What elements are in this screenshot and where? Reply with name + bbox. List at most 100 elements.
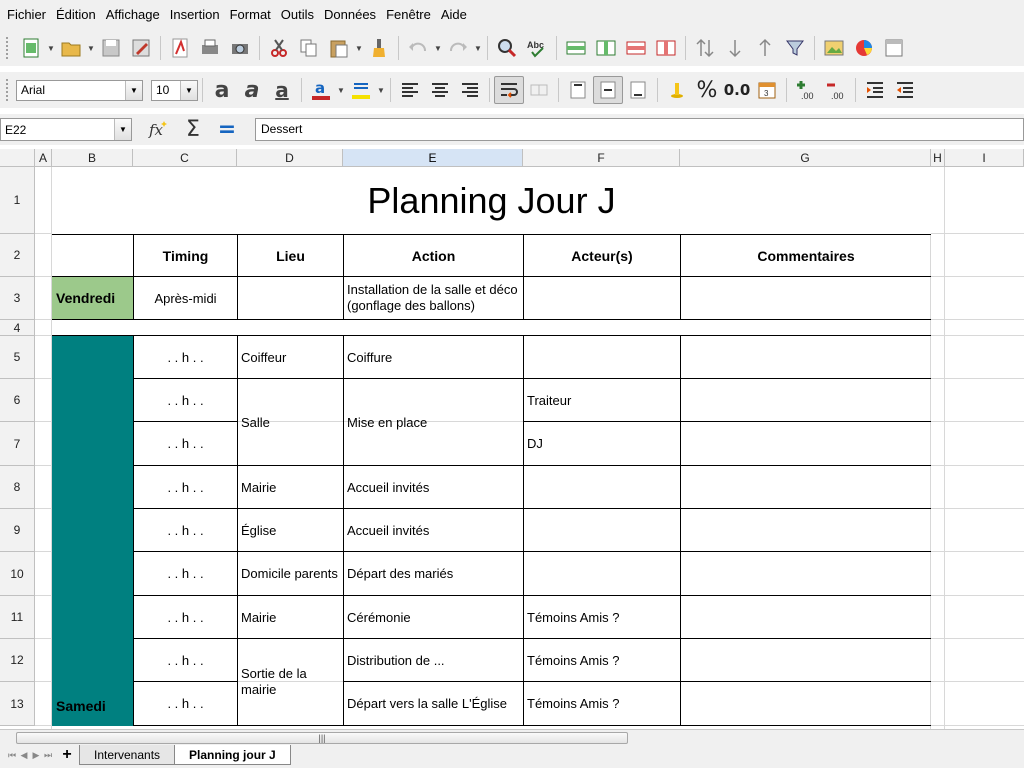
- cell-c6[interactable]: . . h . .: [133, 379, 237, 422]
- column-header-i[interactable]: I: [945, 149, 1024, 167]
- sort-icon[interactable]: [690, 34, 720, 62]
- chevron-down-icon[interactable]: ▼: [180, 80, 197, 100]
- menu-insertion[interactable]: Insertion: [165, 0, 225, 30]
- undo-dropdown-icon[interactable]: ▼: [433, 34, 443, 62]
- cell-d5[interactable]: Coiffeur: [237, 336, 343, 379]
- find-replace-icon[interactable]: [492, 34, 522, 62]
- menu-fichier[interactable]: Fichier: [2, 0, 51, 30]
- menu-aide[interactable]: Aide: [436, 0, 472, 30]
- chevron-down-icon[interactable]: ▼: [114, 119, 131, 140]
- column-header-b[interactable]: B: [52, 149, 133, 167]
- cell-d3[interactable]: [237, 277, 343, 320]
- align-top-icon[interactable]: [563, 76, 593, 104]
- spellcheck-icon[interactable]: Abc: [522, 34, 552, 62]
- new-doc-dropdown-icon[interactable]: ▼: [46, 34, 56, 62]
- row-header-5[interactable]: 5: [0, 336, 35, 379]
- cell-c12[interactable]: . . h . .: [133, 639, 237, 682]
- chevron-down-icon[interactable]: ▼: [125, 80, 142, 100]
- open-dropdown-icon[interactable]: ▼: [86, 34, 96, 62]
- cell-c5[interactable]: . . h . .: [133, 336, 237, 379]
- horizontal-scrollbar[interactable]: |||: [0, 729, 1024, 745]
- scrollbar-thumb[interactable]: |||: [16, 732, 628, 744]
- cell-e10[interactable]: Départ des mariés: [343, 552, 523, 596]
- cell-g10[interactable]: [680, 552, 931, 596]
- cell-f11[interactable]: Témoins Amis ?: [523, 596, 680, 639]
- cell-e9[interactable]: Accueil invités: [343, 509, 523, 552]
- underline-icon[interactable]: a: [267, 76, 297, 104]
- column-header-e[interactable]: E: [343, 149, 523, 167]
- highlight-icon[interactable]: [346, 76, 376, 104]
- menu-donnees[interactable]: Données: [319, 0, 381, 30]
- tab-intervenants[interactable]: Intervenants: [79, 745, 176, 765]
- col-insert-icon[interactable]: [591, 34, 621, 62]
- cell-f12[interactable]: Témoins Amis ?: [523, 639, 680, 682]
- wrap-text-icon[interactable]: [494, 76, 524, 104]
- cell-g13[interactable]: [680, 682, 931, 726]
- sort-asc-icon[interactable]: [750, 34, 780, 62]
- row-header-1[interactable]: 1: [0, 167, 35, 234]
- outdent-icon[interactable]: [890, 76, 920, 104]
- cell-c9[interactable]: . . h . .: [133, 509, 237, 552]
- row-header-10[interactable]: 10: [0, 552, 35, 596]
- column-header-d[interactable]: D: [237, 149, 343, 167]
- cell-b2[interactable]: [52, 234, 133, 277]
- cell-e11[interactable]: Cérémonie: [343, 596, 523, 639]
- bold-icon[interactable]: a: [207, 76, 237, 104]
- column-header-f[interactable]: F: [523, 149, 680, 167]
- col-delete-icon[interactable]: [651, 34, 681, 62]
- add-decimal-icon[interactable]: .00: [791, 76, 821, 104]
- cell-g5[interactable]: [680, 336, 931, 379]
- cell-c13[interactable]: . . h . .: [133, 682, 237, 726]
- function-wizard-icon[interactable]: fx: [143, 115, 173, 143]
- paste-dropdown-icon[interactable]: ▼: [354, 34, 364, 62]
- last-sheet-icon[interactable]: ⏭: [42, 745, 54, 765]
- currency-icon[interactable]: [662, 76, 692, 104]
- cell-g8[interactable]: [680, 466, 931, 509]
- font-size-select[interactable]: 10 ▼: [151, 79, 198, 101]
- cell-e12[interactable]: Distribution de ...: [343, 639, 523, 682]
- remove-decimal-icon[interactable]: .00: [821, 76, 851, 104]
- toolbar-grip[interactable]: [6, 37, 12, 59]
- cell-d9[interactable]: Église: [237, 509, 343, 552]
- new-doc-icon[interactable]: [16, 34, 46, 62]
- cell-f7[interactable]: DJ: [523, 422, 680, 466]
- row-header-4[interactable]: 4: [0, 320, 35, 336]
- header-action[interactable]: Action: [343, 234, 523, 277]
- clone-format-icon[interactable]: [364, 34, 394, 62]
- previous-sheet-icon[interactable]: ◀: [18, 745, 30, 765]
- sum-icon[interactable]: Σ: [178, 115, 208, 143]
- day-label-friday[interactable]: Vendredi: [52, 277, 133, 320]
- row-4-spacer[interactable]: [52, 320, 931, 336]
- next-sheet-icon[interactable]: ▶: [30, 745, 42, 765]
- cell-g7[interactable]: [680, 422, 931, 466]
- tab-planning-jour-j[interactable]: Planning jour J: [174, 745, 291, 765]
- image-icon[interactable]: [819, 34, 849, 62]
- number-format-icon[interactable]: 0.0: [722, 76, 752, 104]
- row-insert-icon[interactable]: [561, 34, 591, 62]
- open-folder-icon[interactable]: [56, 34, 86, 62]
- add-sheet-button[interactable]: +: [54, 745, 80, 765]
- redo-dropdown-icon[interactable]: ▼: [473, 34, 483, 62]
- cell-g12[interactable]: [680, 639, 931, 682]
- autofilter-icon[interactable]: [780, 34, 810, 62]
- undo-icon[interactable]: [403, 34, 433, 62]
- header-timing[interactable]: Timing: [133, 234, 237, 277]
- first-sheet-icon[interactable]: ⏮: [6, 745, 18, 765]
- menu-affichage[interactable]: Affichage: [101, 0, 165, 30]
- cell-f13[interactable]: Témoins Amis ?: [523, 682, 680, 726]
- cell-d8[interactable]: Mairie: [237, 466, 343, 509]
- column-header-a[interactable]: A: [35, 149, 52, 167]
- align-right-icon[interactable]: [455, 76, 485, 104]
- align-center-icon[interactable]: [425, 76, 455, 104]
- cell-e8[interactable]: Accueil invités: [343, 466, 523, 509]
- header-commentaires[interactable]: Commentaires: [680, 234, 931, 277]
- select-all-corner[interactable]: [0, 149, 35, 167]
- cell-c8[interactable]: . . h . .: [133, 466, 237, 509]
- edit-doc-icon[interactable]: [126, 34, 156, 62]
- cell-f6[interactable]: Traiteur: [523, 379, 680, 422]
- row-header-7[interactable]: 7: [0, 422, 35, 466]
- percent-icon[interactable]: %: [692, 76, 722, 104]
- merge-cells-icon[interactable]: [524, 76, 554, 104]
- cell-d11[interactable]: Mairie: [237, 596, 343, 639]
- cell-e6-merged[interactable]: Mise en place: [343, 379, 523, 466]
